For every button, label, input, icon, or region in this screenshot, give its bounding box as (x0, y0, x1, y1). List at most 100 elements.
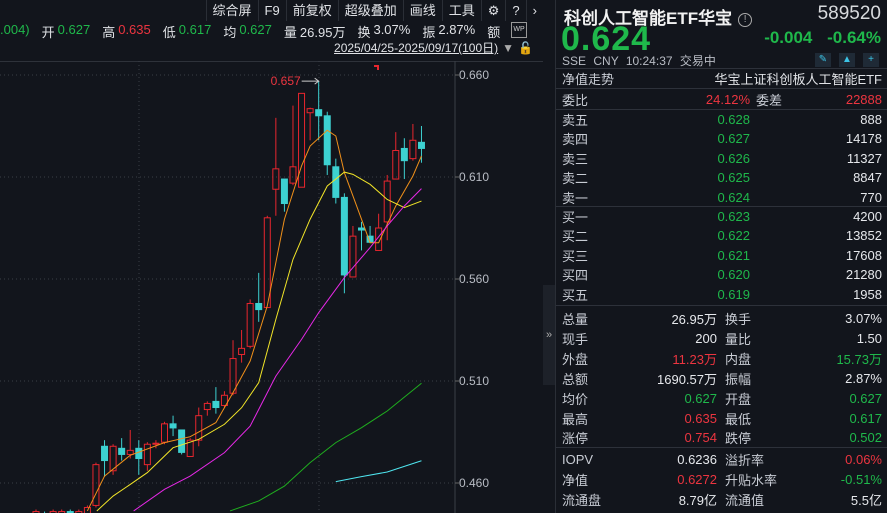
stat-label: 跌停 (725, 431, 752, 447)
y-tick-label: 0.560 (459, 272, 489, 286)
candle-down (101, 440, 109, 477)
stat-value: 5.5亿 (850, 493, 882, 508)
wp-icon[interactable]: WP (511, 22, 527, 38)
toolbar-overview[interactable]: 综合屏 (205, 0, 258, 21)
ask-level-row[interactable]: 卖四 0.627 14178 (556, 129, 887, 148)
level-label: 卖三 (562, 151, 589, 167)
bid-level-row[interactable]: 买二 0.622 13852 (556, 226, 887, 245)
toolbar-f9[interactable]: F9 (257, 0, 286, 21)
ma-line-ma120 (335, 460, 422, 483)
fund-full-name: 华宝上证科创板人工智能ETF (714, 72, 882, 87)
change-percent: -0.64% (827, 28, 881, 47)
ma-line-ma20 (133, 188, 422, 512)
avg-value: 0.627 (239, 22, 272, 37)
help-icon[interactable]: ? (505, 0, 525, 21)
toolbar-draw[interactable]: 画线 (402, 0, 442, 21)
plus-icon[interactable]: + (863, 53, 879, 67)
candle-down (400, 138, 408, 180)
currency: CNY (593, 54, 619, 68)
stat-label: 升贴水率 (725, 473, 778, 488)
trading-status: 交易中 (679, 54, 716, 68)
bid-level-row[interactable]: 买一 0.623 4200 (556, 207, 887, 226)
ask-level-row[interactable]: 卖二 0.625 8847 (556, 168, 887, 187)
toolbar-adjust[interactable]: 前复权 (285, 0, 338, 21)
candle-body (143, 443, 151, 466)
candle-body (126, 449, 134, 455)
collapse-panel-button[interactable]: » (543, 285, 555, 385)
chart-toolbar: 综合屏 F9 前复权 超级叠加 画线 工具 ⚙ ? › (205, 0, 543, 21)
stat-label: 开盘 (725, 391, 752, 407)
stat-label: 外盘 (562, 351, 589, 367)
candle-body (289, 166, 297, 184)
toolbar-tools[interactable]: 工具 (441, 0, 481, 21)
ask-level-row[interactable]: 卖五 0.628 888 (556, 110, 887, 129)
level-label: 卖一 (562, 190, 589, 206)
stat-value: -0.51% (840, 472, 882, 487)
change-value: -0.004 (764, 28, 813, 47)
candle-up (383, 174, 391, 241)
candle-up (160, 421, 168, 445)
nav-trend-row[interactable]: 净值走势 华宝上证科创板人工智能ETF (556, 69, 887, 88)
chevron-right-icon[interactable]: › (525, 0, 543, 21)
bid-level-row[interactable]: 买四 0.620 21280 (556, 265, 887, 284)
level-label: 买二 (562, 229, 589, 245)
stat-label: 总额 (562, 371, 589, 387)
y-tick-label: 0.510 (459, 374, 489, 388)
level-price: 0.625 (717, 170, 750, 186)
candle-up (203, 401, 211, 416)
candle-body (272, 168, 280, 190)
candle-body (306, 108, 314, 114)
candlestick-chart[interactable]: 0.660 0.610 0.560 0.510 0.460 0.657 (0, 61, 543, 513)
level-label: 买四 (562, 268, 589, 284)
stat-label: 最高 (562, 411, 589, 427)
stat-row: 涨停 0.754 跌停 0.502 (556, 428, 887, 447)
stat-value: 0.627 (849, 390, 882, 406)
bell-icon[interactable]: ▲ (839, 53, 855, 67)
ohlc-info-row: .004) 开 0.627 高 0.635 低 0.617 均 0.627 量 26.95… (0, 22, 503, 40)
candle-up (246, 299, 254, 349)
toolbar-overlay[interactable]: 超级叠加 (337, 0, 403, 21)
lock-icon[interactable]: 🔓 (518, 41, 533, 55)
volume-value: 26.95万 (299, 25, 346, 40)
stat-row: 净值 0.6272 升贴水率 -0.51% (556, 470, 887, 489)
quote-meta: SSE CNY 10:24:37 交易中 (562, 52, 716, 69)
stat-value: 1.50 (856, 330, 882, 346)
level-volume: 13852 (845, 228, 882, 244)
candle-body (280, 178, 288, 205)
dropdown-triangle-icon[interactable]: ▼ (502, 41, 514, 55)
stat-value: 2.87% (845, 370, 882, 386)
level-label: 买五 (562, 287, 589, 303)
weibi-value: 24.12% (705, 92, 750, 107)
candle-down (135, 440, 143, 475)
date-range-link[interactable]: 2025/04/25-2025/09/17(100日) (334, 39, 498, 56)
turnover-value: 3.07% (373, 22, 411, 37)
candle-up (238, 330, 246, 363)
candle-body (118, 447, 126, 455)
pencil-icon[interactable]: ✎ (815, 53, 831, 67)
stat-row: IOPV 0.6236 溢折率 0.06% (556, 450, 887, 469)
info-alert-icon[interactable]: ! (738, 13, 753, 27)
prev-change-tail: .004) (0, 22, 30, 37)
ask-level-row[interactable]: 卖一 0.624 770 (556, 188, 887, 207)
nav-trend-label[interactable]: 净值走势 (562, 69, 614, 88)
gear-icon[interactable]: ⚙ (480, 0, 506, 21)
candle-up (92, 462, 100, 508)
bid-level-row[interactable]: 买五 0.619 1958 (556, 285, 887, 304)
candle-body (203, 402, 211, 411)
bid-level-row[interactable]: 买三 0.621 17608 (556, 246, 887, 265)
candle-body (135, 447, 143, 460)
stat-value: 1690.57万 (657, 371, 717, 387)
price-change: -0.004 -0.64% (764, 28, 881, 48)
stat-label: 换手 (725, 312, 752, 327)
weibi-label: 委比 (562, 93, 589, 108)
amplitude-label: 振 (422, 25, 436, 40)
candle-down (255, 272, 263, 322)
candle-body (417, 141, 425, 149)
candle-body (332, 166, 340, 198)
candle-body (400, 147, 408, 162)
candle-body (152, 442, 160, 445)
ask-level-row[interactable]: 卖三 0.626 11327 (556, 149, 887, 168)
weicha-value: 22888 (845, 92, 882, 107)
level-price: 0.626 (717, 150, 750, 166)
stat-value: 0.635 (684, 410, 717, 426)
